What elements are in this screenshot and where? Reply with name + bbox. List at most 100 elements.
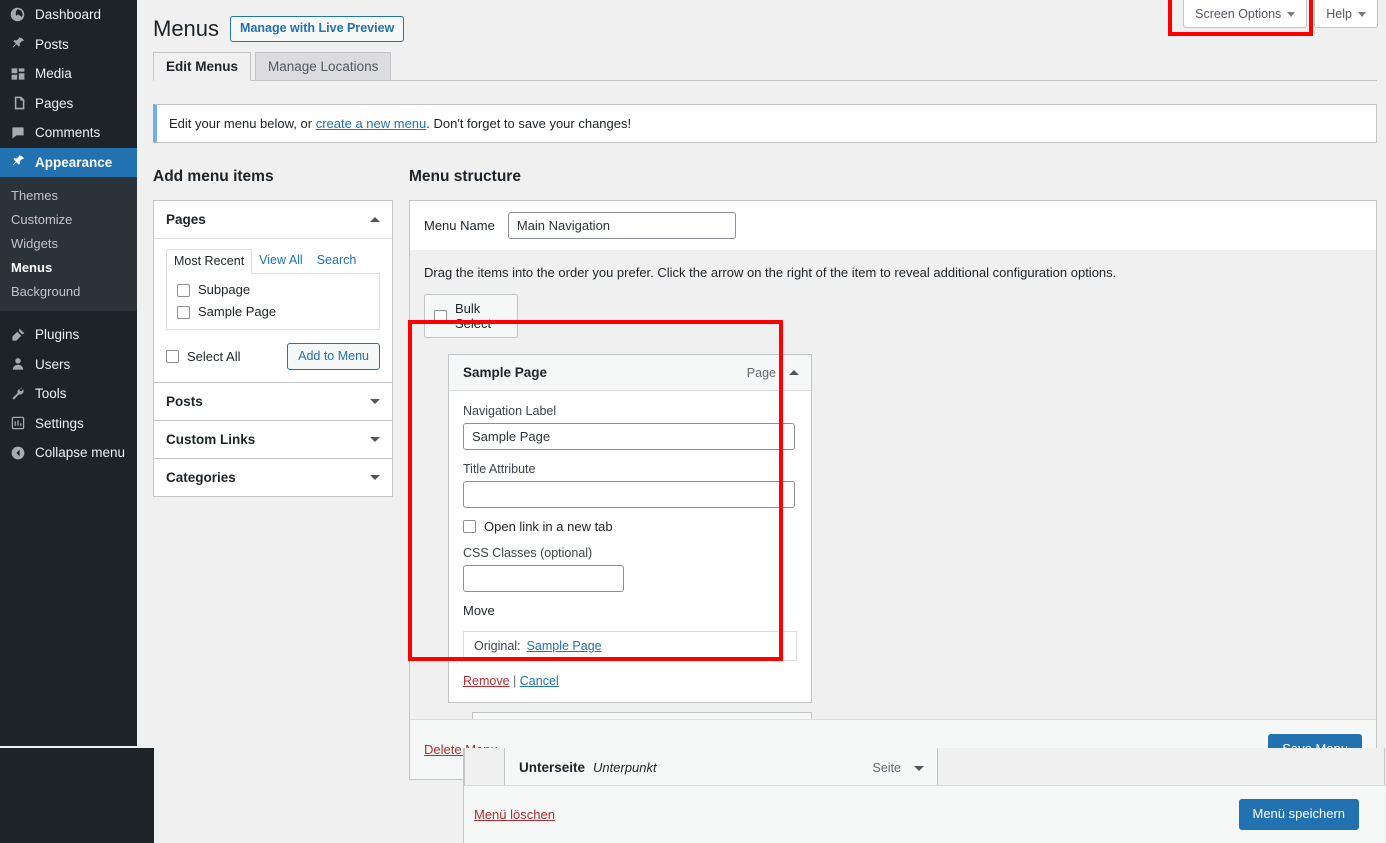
add-to-menu-button[interactable]: Add to Menu xyxy=(287,343,380,370)
submenu-item-widgets[interactable]: Widgets xyxy=(0,231,137,255)
sidebar-item-comments[interactable]: Comments xyxy=(0,118,137,148)
menu-item-settings: Navigation Label Title Attribute Open li… xyxy=(449,391,811,702)
title-attribute-label: Title Attribute xyxy=(463,461,797,477)
sidebar-label: Appearance xyxy=(35,155,112,170)
help-button[interactable]: Help xyxy=(1314,0,1378,28)
german-delete-menu-link[interactable]: Menü löschen xyxy=(474,807,555,822)
sidebar-item-appearance[interactable]: Appearance xyxy=(0,148,137,178)
sidebar-label: Settings xyxy=(35,416,84,431)
sidebar-item-collapse-menu[interactable]: Collapse menu xyxy=(0,438,137,468)
navigation-label-input[interactable] xyxy=(463,423,795,450)
submenu-item-background[interactable]: Background xyxy=(0,279,137,303)
help-label: Help xyxy=(1326,7,1352,21)
accordion-header-custom-links[interactable]: Custom Links xyxy=(154,421,392,458)
brush-icon xyxy=(8,153,27,172)
cancel-link[interactable]: Cancel xyxy=(520,674,559,688)
submenu-item-customize[interactable]: Customize xyxy=(0,207,137,231)
accordion-header-categories[interactable]: Categories xyxy=(154,459,392,496)
sidebar-item-posts[interactable]: Posts xyxy=(0,30,137,60)
screen-options-label: Screen Options xyxy=(1195,7,1281,21)
original-link[interactable]: Sample Page xyxy=(527,639,602,653)
checkbox-sample-page[interactable] xyxy=(177,306,190,319)
list-item-label: Sample Page xyxy=(198,304,276,320)
accordion-title: Categories xyxy=(166,470,236,485)
chevron-up-icon[interactable] xyxy=(789,370,799,375)
tab-manage-locations[interactable]: Manage Locations xyxy=(255,52,391,81)
drag-instructions: Drag the items into the order you prefer… xyxy=(424,264,1362,281)
bulk-select-row[interactable]: Bulk Select xyxy=(424,294,518,338)
checkbox-subpage[interactable] xyxy=(177,284,190,297)
open-new-tab-row[interactable]: Open link in a new tab xyxy=(463,519,797,534)
list-item-label: Subpage xyxy=(198,282,250,298)
menu-item-header[interactable]: Sample Page Page xyxy=(449,355,811,391)
css-classes-input[interactable] xyxy=(463,565,624,592)
sidebar-item-users[interactable]: Users xyxy=(0,350,137,380)
sidebar-item-plugins[interactable]: Plugins xyxy=(0,320,137,350)
wordpress-admin-screen: Dashboard Posts Media Pages Comments xyxy=(0,0,1386,843)
select-all-row[interactable]: Select All xyxy=(166,349,240,365)
menu-structure-heading: Menu structure xyxy=(409,168,521,186)
sidebar-item-pages[interactable]: Pages xyxy=(0,89,137,119)
sidebar-item-settings[interactable]: Settings xyxy=(0,409,137,439)
chevron-down-icon xyxy=(1287,12,1295,17)
accordion-panel-posts: Posts xyxy=(153,382,393,420)
pages-panel-footer: Select All Add to Menu xyxy=(166,343,380,370)
accordion-panel-pages: Pages Most Recent View All Search Subpag… xyxy=(153,200,393,382)
pages-icon xyxy=(8,94,27,113)
list-item[interactable]: Subpage xyxy=(177,282,371,298)
css-classes-label: CSS Classes (optional) xyxy=(463,545,797,561)
minitab-most-recent[interactable]: Most Recent xyxy=(166,249,252,274)
chevron-down-icon[interactable] xyxy=(914,766,924,771)
menu-notice: Edit your menu below, or create a new me… xyxy=(153,104,1377,143)
accordion-header-pages[interactable]: Pages xyxy=(154,201,392,239)
minitab-search[interactable]: Search xyxy=(310,249,364,273)
minitab-view-all[interactable]: View All xyxy=(252,249,310,273)
checkbox-select-all[interactable] xyxy=(166,350,179,363)
sidebar-label: Comments xyxy=(35,125,100,140)
sidebar-item-media[interactable]: Media xyxy=(0,59,137,89)
media-icon xyxy=(8,64,27,83)
sidebar-label: Dashboard xyxy=(35,7,101,22)
sidebar-item-tools[interactable]: Tools xyxy=(0,379,137,409)
open-new-tab-label: Open link in a new tab xyxy=(484,519,613,534)
sidebar-label: Collapse menu xyxy=(35,445,125,460)
checkbox-open-new-tab[interactable] xyxy=(463,520,476,533)
sidebar-item-dashboard[interactable]: Dashboard xyxy=(0,0,137,30)
title-attribute-input[interactable] xyxy=(463,481,795,508)
tab-edit-menus[interactable]: Edit Menus xyxy=(153,52,251,81)
add-menu-items-accordion: Pages Most Recent View All Search Subpag… xyxy=(153,200,393,497)
chevron-down-icon[interactable] xyxy=(370,475,380,480)
german-overlay-panel: UnterseiteUnterpunkt Seite Menü löschen … xyxy=(463,748,1385,843)
menu-structure-body: Drag the items into the order you prefer… xyxy=(409,250,1377,780)
navigation-label-label: Navigation Label xyxy=(463,403,797,419)
chevron-down-icon[interactable] xyxy=(370,399,380,404)
tab-bar: Edit Menus Manage Locations xyxy=(153,55,1377,81)
menu-name-input[interactable] xyxy=(508,212,736,239)
menu-item-sample-page: Sample Page Page Navigation Label Title … xyxy=(448,354,812,703)
appearance-submenu: Themes Customize Widgets Menus Backgroun… xyxy=(0,177,137,311)
create-a-new-menu-link[interactable]: create a new menu xyxy=(316,116,427,131)
manage-with-live-preview-button[interactable]: Manage with Live Preview xyxy=(230,16,404,42)
select-all-label: Select All xyxy=(187,349,240,365)
accordion-header-posts[interactable]: Posts xyxy=(154,383,392,420)
menu-item-type: Page xyxy=(747,366,776,380)
submenu-item-menus[interactable]: Menus xyxy=(0,255,137,279)
menu-name-label: Menu Name xyxy=(424,218,495,233)
sidebar-label: Tools xyxy=(35,386,67,401)
german-menu-item-header[interactable]: UnterseiteUnterpunkt Seite xyxy=(505,748,937,789)
add-menu-items-heading: Add menu items xyxy=(153,168,274,186)
chevron-up-icon[interactable] xyxy=(370,217,380,222)
chevron-down-icon[interactable] xyxy=(370,437,380,442)
checkbox-bulk-select[interactable] xyxy=(434,310,447,323)
sidebar-label: Posts xyxy=(35,37,69,52)
sidebar-label: Plugins xyxy=(35,327,79,342)
german-item-title: Unterseite xyxy=(519,760,585,775)
remove-link[interactable]: Remove xyxy=(463,674,510,688)
german-save-menu-button[interactable]: Menü speichern xyxy=(1239,799,1360,830)
german-item-header-right: Seite xyxy=(873,761,925,775)
submenu-item-themes[interactable]: Themes xyxy=(0,183,137,207)
screen-options-button[interactable]: Screen Options xyxy=(1183,0,1307,28)
list-item[interactable]: Sample Page xyxy=(177,304,371,320)
bulk-select-label: Bulk Select xyxy=(455,301,506,331)
settings-icon xyxy=(8,414,27,433)
